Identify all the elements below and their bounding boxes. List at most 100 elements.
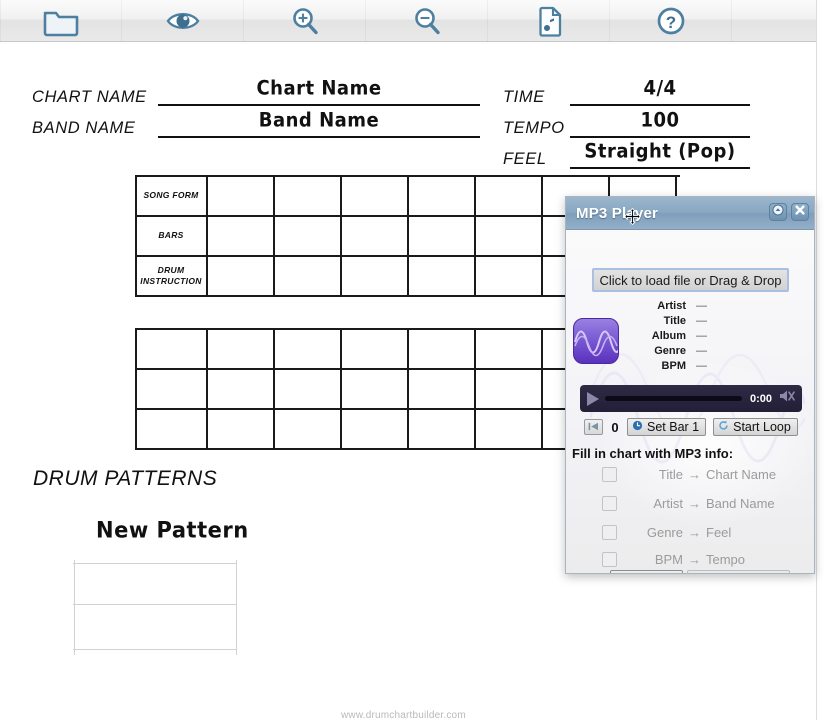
mp3-action-buttons: Select All Apply to Chart xyxy=(610,570,790,573)
close-icon xyxy=(794,203,806,221)
row-label-song-form: SONG FORM xyxy=(143,190,199,200)
tempo-label: TEMPO xyxy=(503,119,565,137)
feel-label: FEEL xyxy=(503,150,547,168)
feel-value[interactable]: Straight (Pop) xyxy=(570,140,750,163)
metadata-key: Album xyxy=(651,329,686,342)
drum-chart-builder-app: ? CHART NAME BAND NAME Chart Name Band N… xyxy=(0,0,824,720)
mapping-target: Feel xyxy=(706,525,732,540)
rewind-to-start-button[interactable] xyxy=(584,419,603,435)
grid-line xyxy=(340,175,342,296)
mp3-loop-controls: 0 Set Bar 1 Start Loop xyxy=(584,418,798,436)
mp3-file-button[interactable] xyxy=(488,0,610,42)
mapping-source: Artist xyxy=(653,496,683,511)
metadata-row: Genre — xyxy=(624,343,744,358)
drum-patterns-title: DRUM PATTERNS xyxy=(33,467,218,490)
time-rule xyxy=(570,104,750,106)
svg-text:?: ? xyxy=(665,13,675,32)
band-name-label: BAND NAME xyxy=(32,119,136,137)
mapping-row-artist[interactable]: Artist → Band Name xyxy=(602,496,807,511)
metadata-row: Artist — xyxy=(624,298,744,313)
staff-line xyxy=(73,604,237,605)
chart-name-value[interactable]: Chart Name xyxy=(158,77,480,100)
zoom-in-button[interactable] xyxy=(244,0,366,42)
mapping-checkbox-bpm[interactable] xyxy=(602,552,617,567)
mapping-checkbox-title[interactable] xyxy=(602,467,617,482)
metadata-value: — xyxy=(696,359,707,372)
open-folder-button[interactable] xyxy=(0,0,122,42)
mp3-file-icon xyxy=(530,5,568,37)
main-toolbar: ? xyxy=(0,0,816,42)
mapping-label-genre: Genre → Feel xyxy=(629,525,807,540)
footer-url: www.drumchartbuilder.com xyxy=(341,710,466,720)
mapping-row-genre[interactable]: Genre → Feel xyxy=(602,525,807,540)
grid-line xyxy=(206,175,208,296)
mapping-arrow: → xyxy=(688,525,701,540)
play-icon[interactable] xyxy=(587,391,599,406)
grid-line xyxy=(340,328,342,449)
preview-eye-button[interactable] xyxy=(122,0,244,42)
grid-line xyxy=(541,328,543,449)
pattern-name[interactable]: New Pattern xyxy=(96,517,249,542)
mp3-player-body: Click to load file or Drag & Drop Artist… xyxy=(566,230,814,573)
mapping-label-artist: Artist → Band Name xyxy=(629,496,807,511)
metadata-row: Title — xyxy=(624,313,744,328)
tempo-value[interactable]: 100 xyxy=(570,109,750,132)
chart-name-rule xyxy=(158,104,480,106)
mp3-collapse-button[interactable] xyxy=(769,203,787,221)
set-bar-1-label: Set Bar 1 xyxy=(647,420,700,434)
start-loop-label: Start Loop xyxy=(733,420,791,434)
mapping-target: Chart Name xyxy=(706,467,777,482)
feel-rule xyxy=(570,167,750,169)
mp3-metadata-list: Artist — Title — Album — Genre — BPM — xyxy=(624,298,744,373)
grid-line xyxy=(273,175,275,296)
metadata-row: BPM — xyxy=(624,358,744,373)
start-loop-button[interactable]: Start Loop xyxy=(713,418,798,436)
mp3-player-titlebar[interactable]: MP3 Player xyxy=(566,197,814,230)
time-value[interactable]: 4/4 xyxy=(570,77,750,100)
help-button[interactable]: ? xyxy=(610,0,732,42)
staff-line xyxy=(73,563,237,564)
mp3-player-title: MP3 Player xyxy=(576,204,659,222)
staff-line xyxy=(73,649,237,650)
apply-to-chart-button[interactable]: Apply to Chart xyxy=(687,570,790,573)
mp3-player-dialog[interactable]: MP3 Player Click to load file or Drag & … xyxy=(565,196,815,574)
mapping-row-title[interactable]: Title → Chart Name xyxy=(602,467,807,482)
mapping-checkbox-genre[interactable] xyxy=(602,525,617,540)
seek-slider[interactable] xyxy=(605,396,742,401)
mp3-titlebar-actions xyxy=(769,203,809,221)
metadata-key: Genre xyxy=(654,344,686,357)
tempo-rule xyxy=(570,136,750,138)
mapping-checkbox-artist[interactable] xyxy=(602,496,617,511)
mapping-source: Title xyxy=(658,467,683,482)
select-all-button[interactable]: Select All xyxy=(610,570,684,573)
bar-number-value: 0 xyxy=(611,419,619,435)
metadata-key: BPM xyxy=(661,359,686,372)
window-edge xyxy=(816,0,824,720)
mapping-arrow: → xyxy=(688,496,701,511)
clock-icon xyxy=(632,420,643,434)
mapping-arrow: → xyxy=(688,467,701,482)
band-name-value[interactable]: Band Name xyxy=(158,109,480,132)
loop-icon xyxy=(718,420,729,434)
load-file-button[interactable]: Click to load file or Drag & Drop xyxy=(592,268,789,292)
album-art-placeholder xyxy=(573,318,619,364)
grid-line xyxy=(541,175,543,296)
volume-muted-icon[interactable] xyxy=(779,389,795,408)
mapping-row-bpm[interactable]: BPM → Tempo xyxy=(602,552,807,567)
staff-barline xyxy=(74,560,75,655)
zoom-out-button[interactable] xyxy=(366,0,488,42)
grid-line xyxy=(407,175,409,296)
set-bar-1-button[interactable]: Set Bar 1 xyxy=(627,418,707,436)
grid-line xyxy=(407,328,409,449)
mp3-close-button[interactable] xyxy=(791,203,809,221)
grid-line xyxy=(135,328,137,449)
zoom-in-icon xyxy=(286,5,324,37)
waveform-album-art xyxy=(574,330,618,363)
mapping-target: Band Name xyxy=(706,496,775,511)
mapping-arrow: → xyxy=(688,552,701,567)
grid-line xyxy=(206,328,208,449)
mapping-source: BPM xyxy=(654,552,683,567)
metadata-row: Album — xyxy=(624,328,744,343)
open-folder-icon xyxy=(42,5,80,37)
metadata-value: — xyxy=(696,344,707,357)
